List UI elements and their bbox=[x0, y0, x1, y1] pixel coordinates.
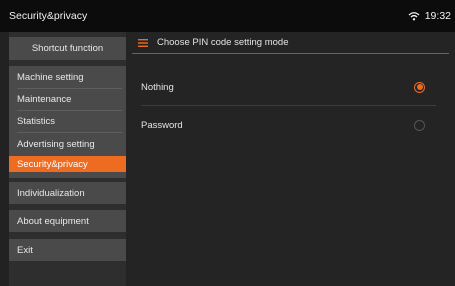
sidebar-item-machine-setting[interactable]: Machine setting bbox=[9, 66, 126, 88]
option-nothing[interactable]: Nothing bbox=[126, 68, 455, 106]
sidebar-item-shortcut-function[interactable]: Shortcut function bbox=[9, 37, 126, 60]
sidebar-item-exit[interactable]: Exit bbox=[9, 239, 126, 261]
radio-dot bbox=[416, 84, 423, 90]
sidebar-item-advertising-setting[interactable]: Advertising setting bbox=[9, 133, 126, 155]
wifi-icon bbox=[408, 12, 420, 21]
radio-button-unchecked[interactable] bbox=[414, 119, 425, 131]
radio-button-checked[interactable] bbox=[414, 81, 425, 93]
section-title: Choose PIN code setting mode bbox=[157, 37, 289, 48]
sidebar: Shortcut function Machine setting Mainte… bbox=[9, 32, 126, 286]
status-right: 19:32 bbox=[408, 10, 451, 22]
sidebar-item-about-equipment[interactable]: About equipment bbox=[9, 210, 126, 232]
main-content: Choose PIN code setting mode Nothing Pas… bbox=[126, 32, 455, 286]
section-header: Choose PIN code setting mode bbox=[126, 32, 455, 53]
sidebar-item-maintenance[interactable]: Maintenance bbox=[9, 89, 126, 110]
sidebar-item-statistics[interactable]: Statistics bbox=[9, 111, 126, 132]
status-bar: Security&privacy 19:32 bbox=[0, 0, 455, 32]
clock: 19:32 bbox=[424, 10, 451, 22]
sidebar-item-security-privacy[interactable]: Security&privacy bbox=[9, 156, 126, 172]
window-title: Security&privacy bbox=[9, 10, 88, 22]
header-divider bbox=[132, 53, 449, 54]
option-password[interactable]: Password bbox=[126, 106, 455, 144]
menu-icon bbox=[138, 38, 148, 47]
option-label: Password bbox=[141, 119, 183, 131]
option-label: Nothing bbox=[141, 81, 174, 93]
sidebar-item-individualization[interactable]: Individualization bbox=[9, 182, 126, 204]
